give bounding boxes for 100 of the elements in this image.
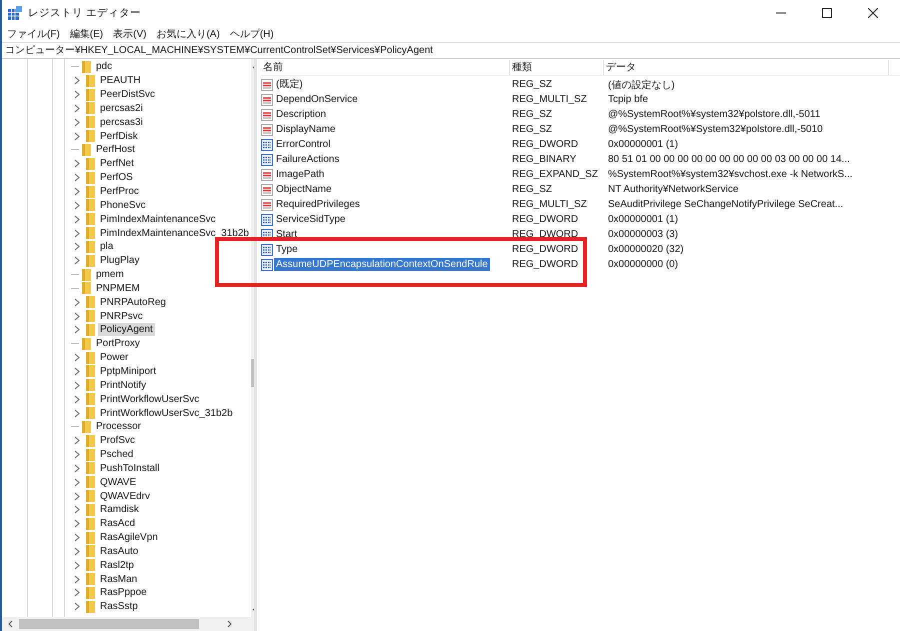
tree-item[interactable]: percsas2i (98, 102, 145, 115)
expand-chevron-icon[interactable] (74, 132, 80, 141)
expand-chevron-icon[interactable] (74, 325, 80, 334)
tree-item[interactable]: PNRPsvc (98, 310, 145, 323)
expand-chevron-icon[interactable] (74, 394, 80, 404)
horizontal-scrollbar[interactable] (2, 617, 254, 631)
expand-chevron-icon[interactable] (74, 366, 80, 376)
scroll-right-icon[interactable] (227, 620, 232, 628)
tree-item[interactable]: PEAUTH (98, 74, 143, 88)
value-name[interactable]: AssumeUDPEncapsulationContextOnSendRule (274, 258, 490, 271)
expand-chevron-icon[interactable] (74, 104, 80, 113)
expand-chevron-icon[interactable] (74, 173, 80, 182)
value-name[interactable]: ImagePath (274, 168, 326, 181)
tree-item[interactable]: PerfNet (98, 157, 136, 170)
column-header[interactable]: データ (604, 60, 889, 74)
tree-item[interactable]: pla (98, 240, 116, 254)
expand-chevron-icon[interactable] (74, 505, 80, 514)
tree-item[interactable]: PNPMEM (94, 282, 142, 295)
tree-item[interactable]: PortProxy (94, 337, 142, 350)
expand-chevron-icon[interactable] (74, 214, 80, 224)
expand-chevron-icon[interactable] (74, 353, 80, 362)
tree-item[interactable]: pmem (94, 268, 126, 282)
value-name[interactable]: Description (274, 108, 328, 121)
tree-item[interactable]: RasSstp (98, 600, 140, 614)
expand-chevron-icon[interactable] (74, 200, 80, 210)
menu-item[interactable]: 表示(V) (113, 27, 146, 41)
value-name[interactable]: ServiceSidType (274, 213, 348, 226)
value-name[interactable]: Type (274, 243, 300, 256)
expand-chevron-icon[interactable] (74, 159, 80, 168)
expand-chevron-icon[interactable] (74, 478, 80, 487)
tree-item[interactable]: RasMan (98, 572, 140, 586)
tree-item[interactable]: PeerDistSvc (98, 88, 158, 102)
expand-chevron-icon[interactable] (74, 298, 80, 307)
tree-item[interactable]: RasAcd (98, 517, 138, 530)
menu-item[interactable]: ヘルプ(H) (230, 27, 274, 41)
expand-chevron-icon[interactable] (74, 588, 80, 598)
expand-chevron-icon[interactable] (74, 118, 80, 127)
menu-item[interactable]: ファイル(F) (7, 27, 60, 41)
value-name[interactable]: ObjectName (274, 183, 334, 196)
expand-chevron-icon[interactable] (74, 228, 80, 238)
tree-item[interactable]: QWAVEdrv (98, 490, 152, 503)
tree-item[interactable]: PolicyAgent (98, 323, 155, 336)
menu-item[interactable]: 編集(E) (70, 27, 104, 41)
tree-item[interactable]: PptpMiniport (98, 364, 158, 378)
value-name[interactable]: FailureActions (274, 153, 342, 166)
value-name[interactable]: (既定) (274, 78, 305, 91)
tree-item[interactable]: Ramdisk (98, 503, 141, 516)
value-name[interactable]: RequiredPrivileges (274, 198, 362, 211)
tree-item[interactable]: QWAVE (98, 476, 138, 489)
tree-item[interactable]: PrintWorkflowUserSvc_31b2b (98, 406, 235, 420)
tree-item[interactable]: PimIndexMaintenanceSvc (98, 212, 218, 226)
tree-item[interactable]: RasAgileVpn (98, 531, 160, 544)
expand-chevron-icon[interactable] (74, 256, 80, 266)
tree-item[interactable]: Psched (98, 448, 136, 462)
expand-chevron-icon[interactable] (74, 450, 80, 460)
expand-chevron-icon[interactable] (74, 602, 80, 612)
tree-item[interactable]: PrintNotify (98, 378, 148, 392)
tree-item[interactable]: PlugPlay (98, 254, 142, 268)
column-header[interactable]: 種類 (510, 60, 604, 74)
tree-item[interactable]: PerfHost (94, 143, 137, 156)
expand-chevron-icon[interactable] (74, 312, 80, 321)
menu-item[interactable]: お気に入り(A) (156, 27, 220, 41)
tree-item[interactable]: PushToInstall (98, 462, 162, 475)
tree-item[interactable]: PrintWorkflowUserSvc (98, 392, 202, 406)
tree-item[interactable]: PerfDisk (98, 130, 140, 143)
expand-chevron-icon[interactable] (74, 519, 80, 528)
expand-chevron-icon[interactable] (74, 436, 80, 446)
tree-item[interactable]: PerfProc (98, 185, 141, 198)
tree-item[interactable]: Power (98, 351, 130, 364)
column-header[interactable]: 名前 (261, 60, 510, 74)
tree-item[interactable]: percsas3i (98, 116, 145, 129)
tree-item[interactable]: PimIndexMaintenanceSvc_31b2b (98, 226, 251, 240)
scroll-left-icon[interactable] (8, 620, 13, 628)
expand-chevron-icon[interactable] (74, 560, 80, 570)
tree-item[interactable]: ProfSvc (98, 434, 138, 448)
maximize-icon[interactable] (822, 8, 832, 18)
expand-chevron-icon[interactable] (74, 574, 80, 584)
expand-chevron-icon[interactable] (74, 242, 80, 252)
address-bar[interactable]: コンピューター¥HKEY_LOCAL_MACHINE¥SYSTEM¥CurrentControlSet¥Services¥PolicyAgent (2, 42, 900, 59)
expand-chevron-icon[interactable] (74, 76, 80, 86)
expand-chevron-icon[interactable] (74, 187, 80, 196)
expand-chevron-icon[interactable] (74, 546, 80, 556)
tree-item[interactable]: pdc (94, 60, 114, 74)
tree-item[interactable]: Rasl2tp (98, 558, 136, 572)
tree-item[interactable]: RasPppoe (98, 586, 149, 600)
value-name[interactable]: DisplayName (274, 123, 338, 136)
value-name[interactable]: DependOnService (274, 93, 360, 106)
value-name[interactable]: Start (274, 228, 300, 241)
tree-item[interactable]: PNRPAutoReg (98, 296, 168, 309)
expand-chevron-icon[interactable] (74, 408, 80, 418)
tree-item[interactable]: PhoneSvc (98, 198, 148, 212)
tree-item[interactable]: RasAuto (98, 544, 140, 558)
close-icon[interactable] (868, 8, 878, 18)
expand-chevron-icon[interactable] (74, 380, 80, 390)
tree-item[interactable]: Processor (94, 420, 144, 434)
tree-item[interactable]: PerfOS (98, 171, 135, 184)
expand-chevron-icon[interactable] (74, 533, 80, 542)
expand-chevron-icon[interactable] (74, 492, 80, 501)
expand-chevron-icon[interactable] (74, 464, 80, 473)
expand-chevron-icon[interactable] (74, 90, 80, 100)
